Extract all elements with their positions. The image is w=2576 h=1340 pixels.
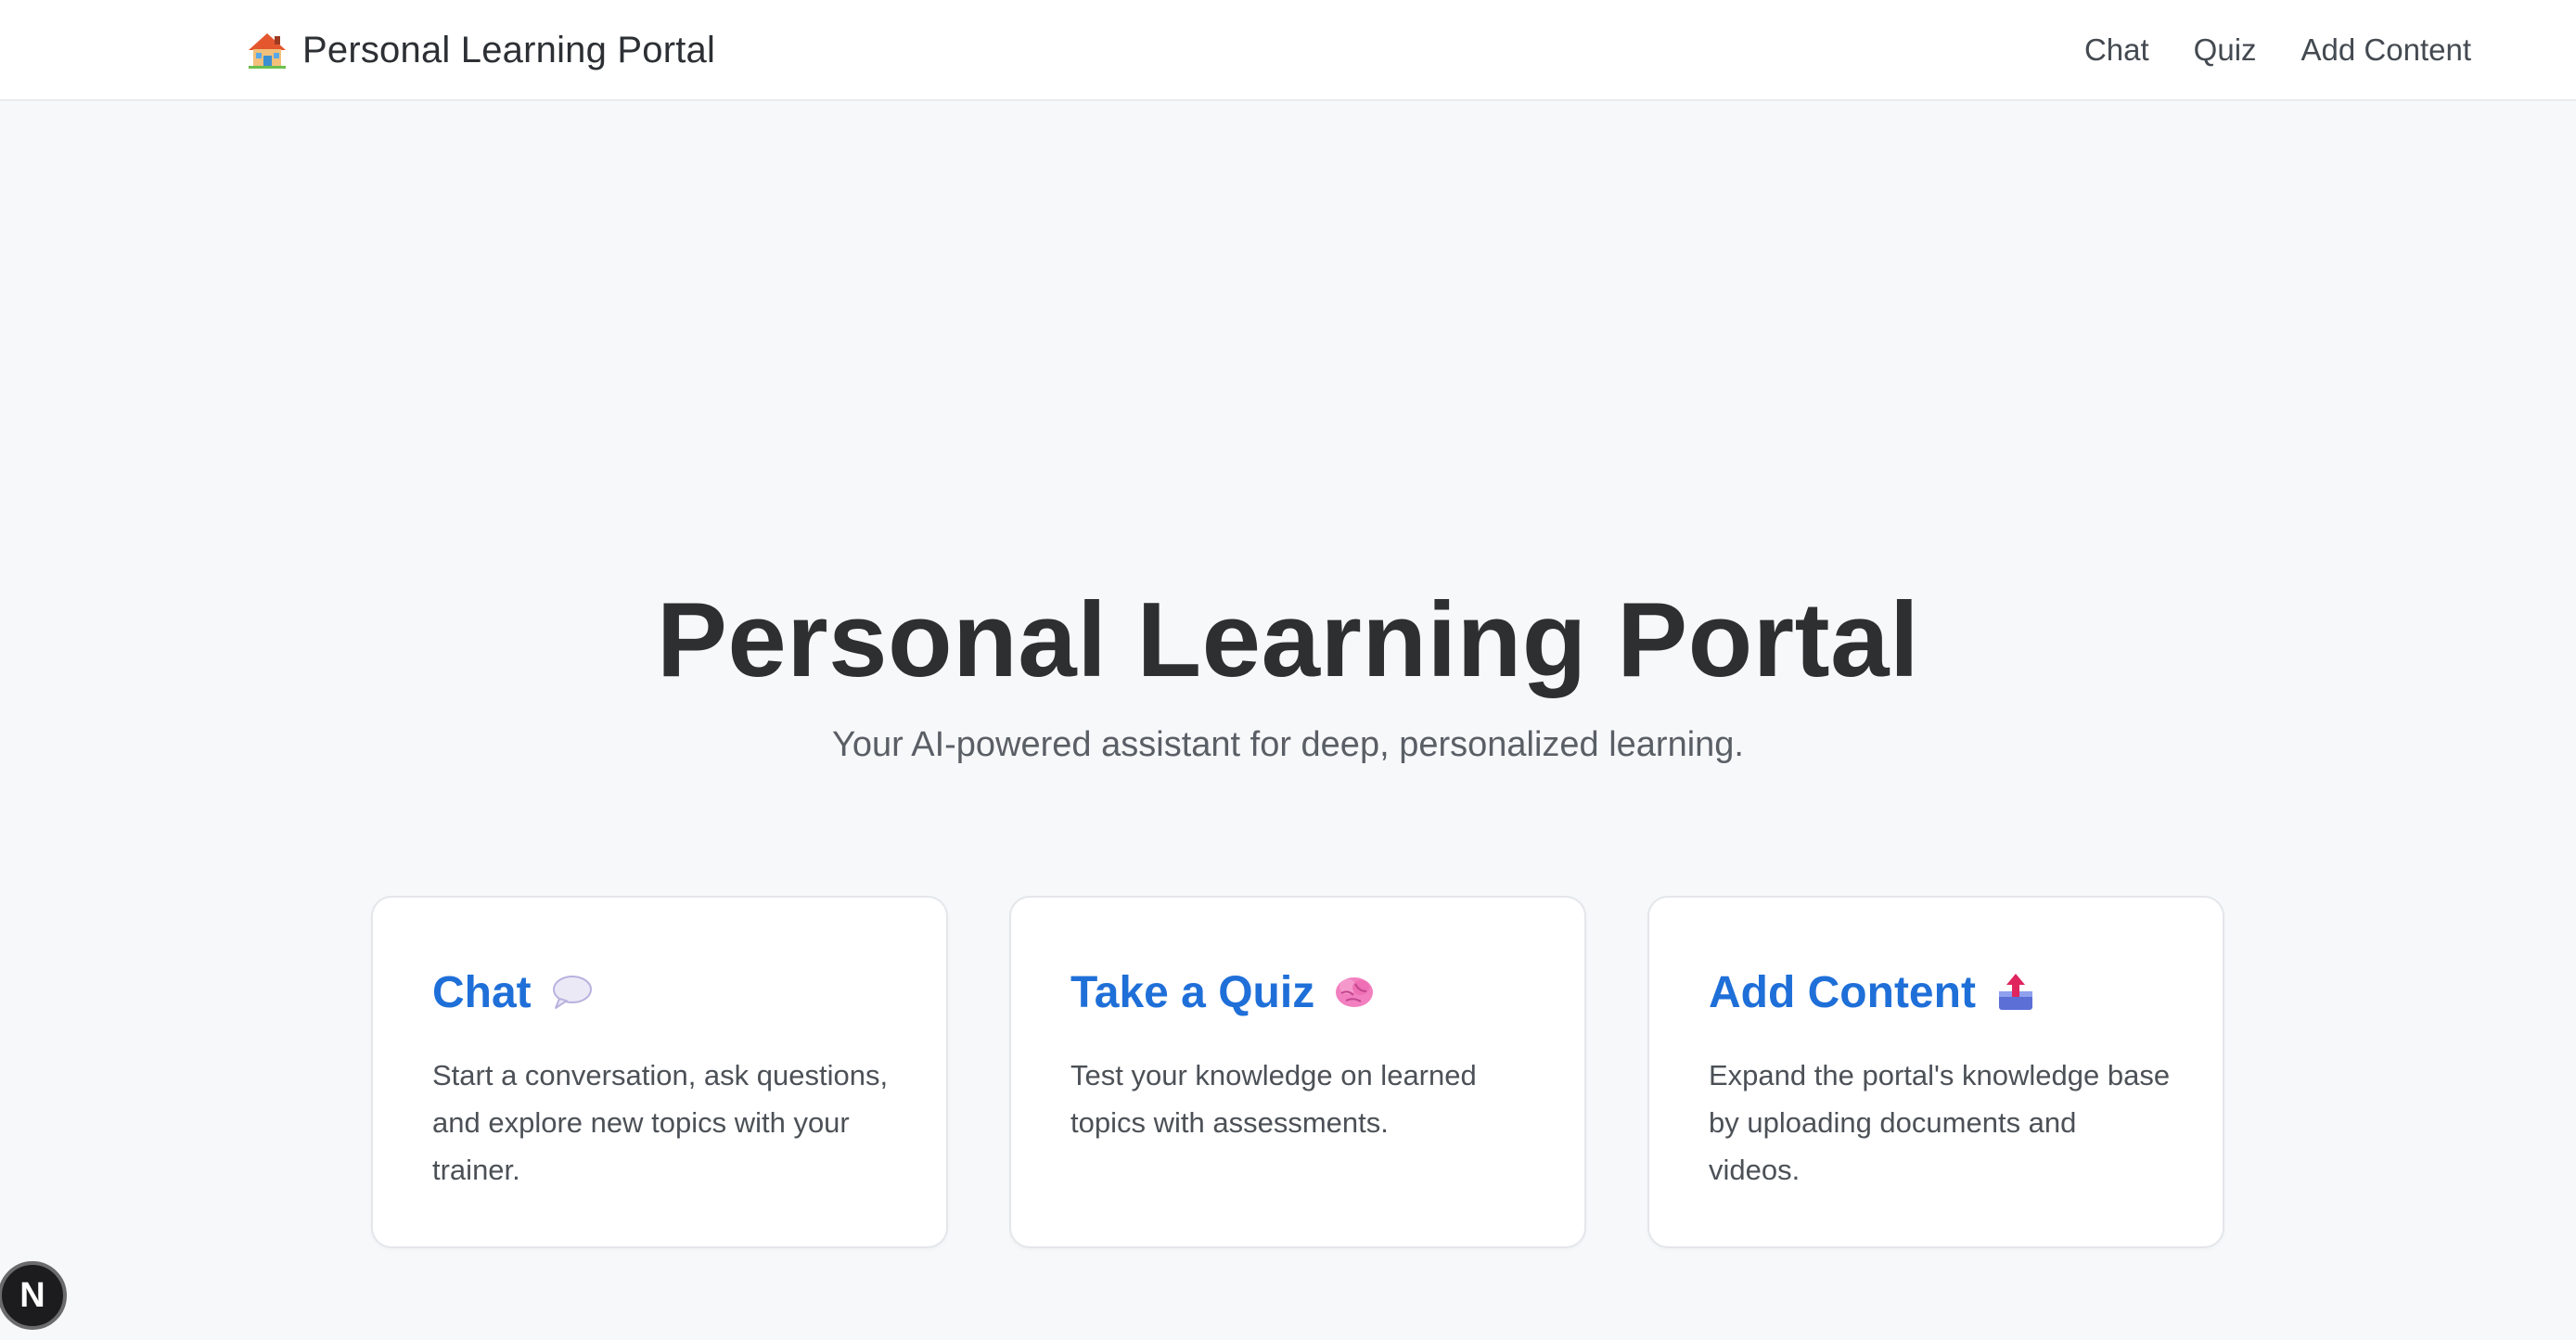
brand-title: Personal Learning Portal [302, 29, 716, 70]
outbox-tray-icon [1998, 974, 2032, 1010]
top-navbar: Personal Learning Portal Chat Quiz Add C… [0, 0, 2576, 101]
card-title: Chat [432, 967, 532, 1017]
card-description: Start a conversation, ask questions, and… [432, 1059, 889, 1186]
nav-link-chat[interactable]: Chat [2084, 32, 2149, 68]
dev-tools-badge[interactable]: N [0, 1261, 67, 1330]
speech-bubble-icon [552, 976, 592, 1009]
card-description: Expand the portal's knowledge base by up… [1709, 1059, 2171, 1186]
card-title: Take a Quiz [1070, 967, 1315, 1017]
card-title-row: Add Content [1709, 963, 2037, 1022]
card-title-row: Chat [432, 963, 593, 1022]
add-content-card[interactable]: Add Content Expand the portal's knowledg… [1647, 896, 2224, 1248]
house-icon [249, 33, 286, 69]
quiz-card[interactable]: Take a Quiz Test your knowledge on learn… [1009, 896, 1586, 1248]
brand-home-link[interactable]: Personal Learning Portal [247, 24, 715, 76]
hero-title: Personal Learning Portal [656, 581, 1920, 699]
chat-card[interactable]: Chat Start a conversation, ask questions… [371, 896, 948, 1248]
hero-subtitle: Your AI-powered assistant for deep, pers… [832, 725, 1744, 764]
card-title-row: Take a Quiz [1070, 963, 1376, 1022]
nav-links: Chat Quiz Add Content [2084, 24, 2471, 76]
card-title: Add Content [1709, 967, 1976, 1017]
brain-icon [1336, 977, 1374, 1007]
nav-link-quiz[interactable]: Quiz [2194, 32, 2257, 68]
nav-link-add-content[interactable]: Add Content [2301, 32, 2471, 68]
card-description: Test your knowledge on learned topics wi… [1070, 1059, 1477, 1139]
